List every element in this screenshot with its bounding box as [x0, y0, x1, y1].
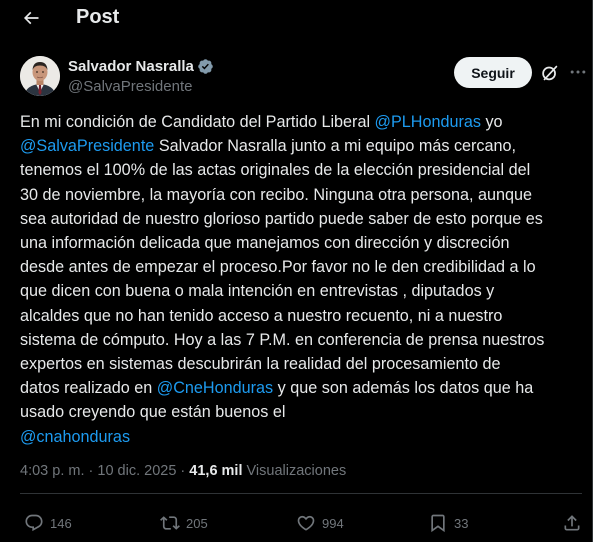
post-text-line: expertos en sistemas descubrirán la real…	[20, 352, 582, 376]
views-label: Visualizaciones	[246, 463, 347, 479]
post-text-line: tenemos el 100% de las actas originales …	[20, 158, 582, 182]
mention-link[interactable]: @SalvaPresidente	[20, 137, 154, 155]
post-text-line: que dicen con buena o mala intención en …	[20, 279, 582, 303]
post-text-segment: desde antes de empezar el proceso.Por fa…	[20, 258, 536, 277]
like-button[interactable]: 994	[296, 513, 344, 533]
post-text-segment: tenemos el 100% de las actas originales …	[20, 161, 531, 180]
reply-count: 146	[50, 515, 72, 531]
page-header: Post	[0, 0, 592, 37]
bookmark-button[interactable]: 33	[428, 513, 468, 533]
page-title: Post	[76, 6, 120, 28]
post-text-line: sistema de cómputo. Hoy a las 7 P.M. en …	[20, 328, 582, 352]
post-text-segment: Salvador Nasralla junto a mi equipo más …	[154, 137, 517, 156]
post-time[interactable]: 4:03 p. m.	[20, 463, 84, 479]
divider	[20, 493, 582, 494]
post-text-line: @SalvaPresidente Salvador Nasralla junto…	[20, 134, 582, 158]
post-text: En mi condición de Candidato del Partido…	[20, 110, 582, 449]
author-name-row: Salvador Nasralla	[68, 58, 214, 75]
post-text-line: alcaldes que no han tenido acceso a nues…	[20, 304, 582, 328]
mention-link[interactable]: @CneHonduras	[157, 379, 273, 397]
post-text-segment: datos realizado en	[20, 379, 157, 398]
share-icon	[564, 515, 580, 531]
author-name[interactable]: Salvador Nasralla	[68, 58, 194, 75]
post-text-line: @cnahonduras	[20, 425, 582, 449]
repost-button[interactable]: 205	[160, 513, 208, 533]
post-text-segment: expertos en sistemas descubrirán la real…	[20, 355, 501, 374]
post-view: Post Salvador Nasralla @SalvaPresidente …	[0, 0, 593, 542]
post-text-segment: alcaldes que no han tenido acceso a nues…	[20, 306, 503, 325]
repost-count: 205	[186, 515, 208, 531]
post-date[interactable]: 10 dic. 2025	[97, 463, 176, 479]
post-meta: 4:03 p. m. · 10 dic. 2025 · 41,6 mil Vis…	[20, 463, 346, 479]
like-icon	[297, 515, 315, 531]
post-text-line: una información delicada que manejamos c…	[20, 231, 582, 255]
bookmark-count: 33	[454, 515, 469, 531]
post-text-segment: yo	[480, 113, 503, 131]
like-count: 994	[322, 515, 344, 531]
follow-button[interactable]: Seguir	[454, 57, 532, 88]
meta-separator: ·	[180, 463, 190, 479]
reply-icon	[25, 514, 43, 532]
post-text-line: datos realizado en @CneHonduras y que so…	[20, 376, 582, 400]
back-button[interactable]	[14, 3, 48, 33]
post-text-segment: sistema de cómputo. Hoy a las 7 P.M. en …	[20, 330, 545, 349]
more-icon[interactable]	[568, 62, 588, 82]
back-arrow-icon	[23, 11, 39, 25]
post-text-segment: y que son además los datos que ha	[273, 379, 534, 398]
post-text-segment: una información delicada que manejamos c…	[20, 234, 510, 253]
reply-button[interactable]: 146	[24, 513, 72, 533]
mention-link[interactable]: @PLHonduras	[375, 113, 481, 131]
post-text-segment: sea autoridad de nuestro glorioso partid…	[20, 209, 543, 228]
post-text-line: 30 de noviembre, la mayoría con recibo. …	[20, 183, 582, 207]
post-text-line: usado creyendo que están buenos el	[20, 400, 582, 424]
post-text-line: En mi condición de Candidato del Partido…	[20, 110, 582, 134]
avatar[interactable]	[20, 56, 60, 96]
post-text-line: sea autoridad de nuestro glorioso partid…	[20, 207, 582, 231]
verified-badge-icon	[198, 59, 213, 74]
post-text-line: desde antes de empezar el proceso.Por fa…	[20, 255, 582, 279]
post-text-segment: En mi condición de Candidato del Partido…	[20, 113, 375, 131]
post-text-segment: 30 de noviembre, la mayoría con recibo. …	[20, 185, 533, 204]
mention-link[interactable]: @cnahonduras	[20, 428, 130, 446]
post-text-segment: que dicen con buena o mala intención en …	[20, 282, 495, 301]
post-text-segment: usado creyendo que están buenos el	[20, 403, 286, 422]
author-handle[interactable]: @SalvaPresidente	[68, 78, 192, 95]
bookmark-icon	[431, 514, 445, 533]
grok-icon[interactable]	[539, 62, 561, 84]
repost-icon	[160, 516, 180, 530]
share-button[interactable]	[562, 513, 582, 533]
views-count: 41,6 mil	[189, 463, 243, 479]
